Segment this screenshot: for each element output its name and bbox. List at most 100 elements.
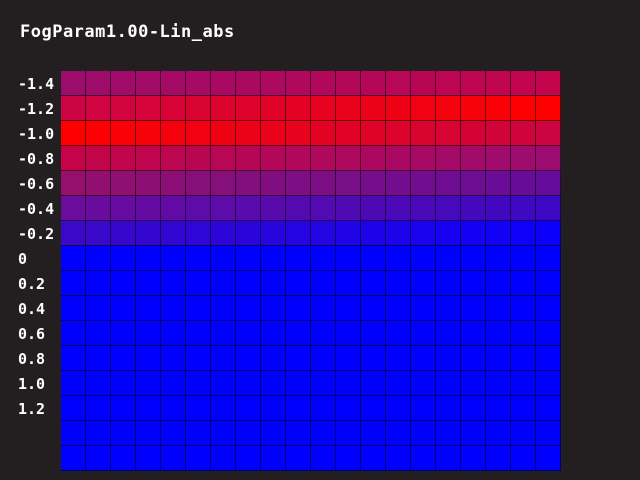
grid-cell (536, 446, 561, 471)
row-label-column: -1.4 -1.2 -1.0 -0.8 -0.6 -0.4 -0.2 0 0.2 0.4 0.6 0.… (18, 72, 60, 472)
grid-cell (436, 346, 461, 371)
grid-cell (536, 221, 561, 246)
grid-cell (186, 421, 211, 446)
grid-cell (336, 196, 361, 221)
grid-cell (211, 346, 236, 371)
grid-cell (461, 371, 486, 396)
grid-cell (411, 421, 436, 446)
grid-cell (536, 396, 561, 421)
grid-cell (136, 71, 161, 96)
grid-cell (411, 346, 436, 371)
grid-cell (536, 96, 561, 121)
grid-cell (86, 321, 111, 346)
grid-cell (286, 171, 311, 196)
grid-cell (261, 446, 286, 471)
grid-cell (311, 171, 336, 196)
grid-cell (511, 196, 536, 221)
grid-cell (286, 146, 311, 171)
grid-cell (361, 346, 386, 371)
grid-cell (336, 171, 361, 196)
grid-cell (111, 146, 136, 171)
grid-cell (311, 271, 336, 296)
grid-cell (511, 246, 536, 271)
grid-cell (486, 346, 511, 371)
grid-cell (536, 121, 561, 146)
grid-cell (86, 221, 111, 246)
grid-cell (161, 246, 186, 271)
grid-cell (486, 121, 511, 146)
grid-cell (211, 71, 236, 96)
grid-cell (511, 71, 536, 96)
grid-cell (436, 421, 461, 446)
grid-cell (261, 221, 286, 246)
grid-cell (411, 146, 436, 171)
grid-cell (536, 196, 561, 221)
grid-cell (536, 421, 561, 446)
grid-cell (311, 71, 336, 96)
grid-cell (261, 396, 286, 421)
grid-cell (511, 421, 536, 446)
grid-cell (336, 296, 361, 321)
grid-cell (211, 396, 236, 421)
grid-cell (236, 246, 261, 271)
grid-cell (161, 296, 186, 321)
grid-cell (436, 246, 461, 271)
grid-cell (86, 246, 111, 271)
grid-cell (436, 71, 461, 96)
grid-cell (311, 421, 336, 446)
grid-cell (186, 246, 211, 271)
grid-cell (486, 146, 511, 171)
grid-cell (336, 71, 361, 96)
grid-cell (186, 271, 211, 296)
grid-cell (61, 271, 86, 296)
grid-cell (111, 246, 136, 271)
grid-cell (536, 71, 561, 96)
grid-cell (486, 296, 511, 321)
grid-cell (411, 271, 436, 296)
grid-cell (111, 171, 136, 196)
grid-cell (186, 371, 211, 396)
grid-cell (361, 246, 386, 271)
grid-cell (336, 396, 361, 421)
grid-cell (211, 296, 236, 321)
grid-cell (336, 371, 361, 396)
grid-cell (461, 96, 486, 121)
grid-cell (386, 146, 411, 171)
grid-cell (311, 321, 336, 346)
grid-cell (261, 96, 286, 121)
grid-cell (361, 421, 386, 446)
grid-cell (186, 346, 211, 371)
grid-cell (186, 146, 211, 171)
grid-cell (411, 321, 436, 346)
grid-cell (136, 296, 161, 321)
grid-cell (511, 146, 536, 171)
grid-cell (161, 96, 186, 121)
grid-cell (361, 321, 386, 346)
grid-cell (311, 146, 336, 171)
grid-cell (111, 196, 136, 221)
grid-cell (536, 246, 561, 271)
grid-cell (486, 421, 511, 446)
grid-cell (161, 121, 186, 146)
grid-cell (436, 446, 461, 471)
grid-cell (311, 371, 336, 396)
grid-cell (161, 71, 186, 96)
grid-cell (486, 171, 511, 196)
grid-cell (161, 221, 186, 246)
row-label: 1.2 (18, 400, 46, 418)
grid-cell (111, 221, 136, 246)
grid-cell (211, 96, 236, 121)
grid-cell (86, 196, 111, 221)
grid-cell (236, 121, 261, 146)
grid-cell (461, 446, 486, 471)
row-label: -1.4 (18, 75, 55, 93)
row-label: 0.6 (18, 325, 46, 343)
grid-cell (86, 296, 111, 321)
fog-test-screen: FogParam1.00-Lin_abs -1.4 -1.2 -1.0 -0.8 -0.… (0, 0, 640, 480)
grid-cell (86, 421, 111, 446)
grid-cell (236, 296, 261, 321)
grid-cell (486, 446, 511, 471)
grid-cell (461, 296, 486, 321)
grid-cell (386, 421, 411, 446)
grid-cell (261, 346, 286, 371)
